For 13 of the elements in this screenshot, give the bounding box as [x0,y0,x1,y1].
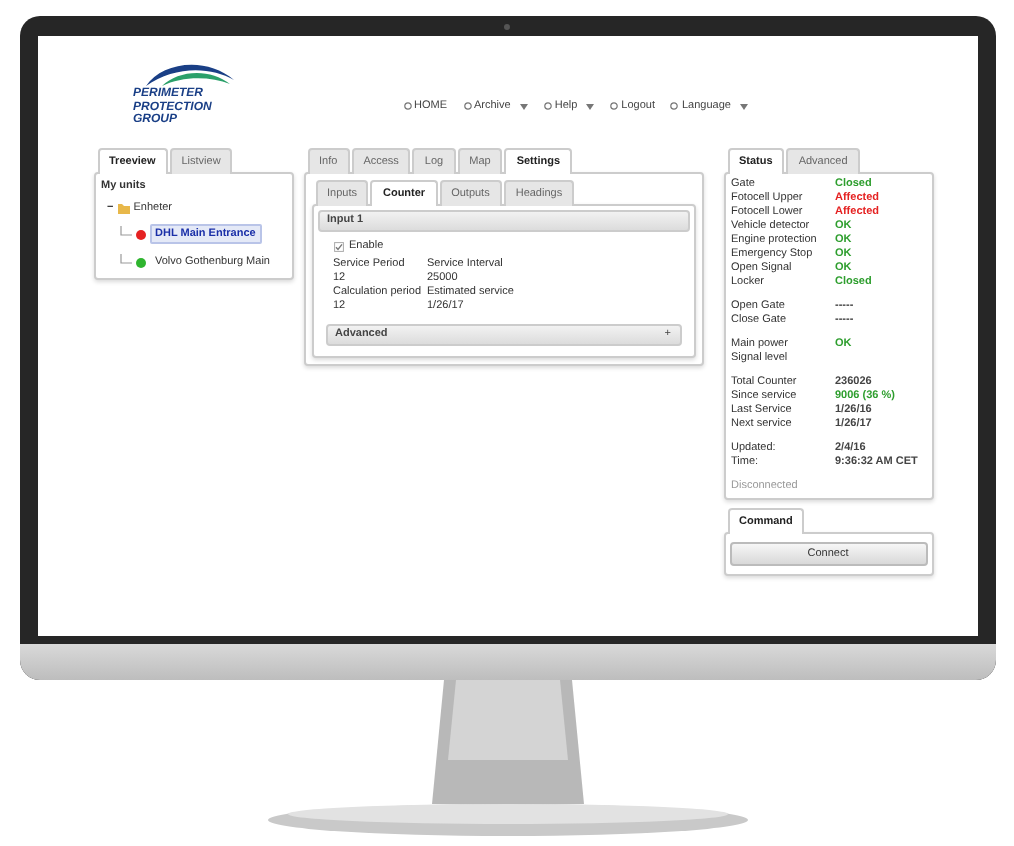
caret-icon [586,103,595,109]
caret-icon [519,103,528,109]
nav-icon [610,102,619,110]
nav-icon [670,102,679,110]
caret-icon [739,103,748,109]
nav-icon [543,102,552,110]
folder-icon [117,204,130,214]
nav-icon [463,102,471,110]
nav-icon [403,102,411,110]
tree-branch-line [119,254,131,270]
camera-icon [504,23,510,29]
tree-branch-line [119,226,131,242]
checkbox[interactable] [333,242,343,252]
